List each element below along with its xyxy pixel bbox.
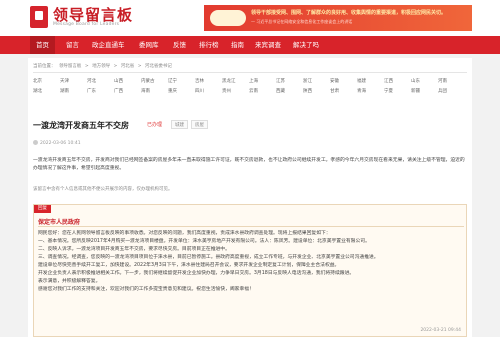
region-link[interactable]: 浙江 bbox=[303, 78, 312, 84]
region-link[interactable]: 贵州 bbox=[222, 88, 231, 94]
main-content: 当前位置： 领导留言板 > 地方领导 > 河北省 > 河北省委书记 北京 天津 河北… bbox=[28, 58, 472, 337]
region-link[interactable]: 内蒙古 bbox=[141, 78, 155, 84]
region-link[interactable]: 云南 bbox=[249, 88, 258, 94]
message-title: 一渡龙湾开发商五年不交房 bbox=[33, 121, 129, 130]
breadcrumb-prefix: 当前位置： bbox=[33, 64, 56, 69]
reply-panel: 回复 保定市人民政府 网民您好：您在人民网领导留言板反映的事项收悉。对您反映的问… bbox=[33, 204, 467, 337]
nav-item-feedback[interactable]: 反馈 bbox=[173, 36, 186, 54]
nav-item-ranking[interactable]: 排行榜 bbox=[199, 36, 219, 54]
region-link[interactable]: 北京 bbox=[33, 78, 42, 84]
main-nav: 首页 留言 政企直通车 委网库 反馈 排行榜 指南 来宾调查 解决了吗 bbox=[0, 36, 500, 54]
nav-item-solved[interactable]: 解决了吗 bbox=[293, 36, 319, 54]
nav-item-survey[interactable]: 来宾调查 bbox=[255, 36, 281, 54]
logo-mark-icon bbox=[30, 6, 48, 28]
breadcrumb-link-secretary[interactable]: 河北省委书记 bbox=[145, 64, 172, 69]
nav-item-guide[interactable]: 指南 bbox=[231, 36, 244, 54]
region-link[interactable]: 河北 bbox=[87, 78, 96, 84]
divider bbox=[38, 226, 464, 227]
region-link[interactable]: 四川 bbox=[195, 88, 204, 94]
site-logo[interactable]: 领导留言板 Message Board for Leaders bbox=[30, 6, 170, 32]
message-time: 2022-03-06 10:41 bbox=[40, 141, 81, 146]
clock-icon bbox=[33, 140, 38, 145]
nav-item-message[interactable]: 留言 bbox=[66, 36, 79, 54]
region-link[interactable]: 辽宁 bbox=[168, 78, 177, 84]
region-link[interactable]: 广东 bbox=[87, 88, 96, 94]
reply-paragraph: 建设单位尽快完善手续开工复工，加快建设。2022年3月3日下午，涞水县住建局召开… bbox=[38, 263, 340, 268]
region-link[interactable]: 吉林 bbox=[195, 78, 204, 84]
message-meta: 2022-03-06 10:41 bbox=[33, 140, 81, 146]
region-link[interactable]: 黑龙江 bbox=[222, 78, 236, 84]
reply-paragraph: 开发企业负责人表示积极推进相关工作。下一步，我们将继续督促开发企业加快办理，力争… bbox=[38, 271, 355, 276]
reply-paragraph: 表示满意，并积极解释答复。 bbox=[38, 279, 101, 284]
privacy-hint: 该留言中含有个人信息或其他不便公开展示的内容，仅办理机构可见。 bbox=[33, 187, 173, 192]
breadcrumb-link-board[interactable]: 领导留言板 bbox=[59, 64, 82, 69]
region-link[interactable]: 上海 bbox=[249, 78, 258, 84]
reply-paragraph: 二、反映人诉求。一渡龙湾项目开发商五年不交房，要求尽快交房。目前项目正在推进中。 bbox=[38, 247, 230, 252]
reply-label: 回复 bbox=[34, 205, 51, 213]
region-link[interactable]: 安徽 bbox=[330, 78, 339, 84]
status-badge: 已办理 bbox=[147, 122, 163, 128]
tag-housing[interactable]: 房屋 bbox=[191, 120, 208, 129]
top-header: 领导留言板 Message Board for Leaders 领导干部接受网、… bbox=[0, 0, 500, 36]
region-link[interactable]: 甘肃 bbox=[330, 88, 339, 94]
breadcrumb-link-province[interactable]: 河北省 bbox=[121, 64, 135, 69]
nav-item-home[interactable]: 首页 bbox=[30, 36, 55, 54]
nav-item-business[interactable]: 政企直通车 bbox=[92, 36, 125, 54]
region-link[interactable]: 新疆 bbox=[411, 88, 420, 94]
breadcrumb-sep: > bbox=[84, 64, 89, 69]
region-link[interactable]: 江西 bbox=[384, 78, 393, 84]
region-link[interactable]: 江苏 bbox=[276, 78, 285, 84]
reply-paragraph: 感谢您对我们工作的支持和关注，欢迎对我们的工作多提宝贵意见和建议。祝您生活愉快，… bbox=[38, 287, 254, 292]
region-link[interactable]: 兵团 bbox=[438, 88, 447, 94]
region-link[interactable]: 福建 bbox=[357, 78, 366, 84]
header-banner[interactable]: 领导干部接受网、围网、了解群众的良好用、收集舆情的重要渠道，积极回应网民关切。 … bbox=[204, 5, 472, 31]
region-link[interactable]: 湖北 bbox=[33, 88, 42, 94]
banner-subline: — 习近平总书记在网络安全和信息化工作座谈会上的讲话 bbox=[251, 19, 353, 24]
reply-paragraph: 三、调查情况。经调查，您反映的一渡龙湾项目项目位于涞水县，目前已暂停施工。县政府… bbox=[38, 255, 379, 260]
tag-construction[interactable]: 城建 bbox=[171, 120, 188, 129]
reply-paragraph: 网民您好：您在人民网领导留言板反映的事项收悉。对您反映的问题，我们高度重视，责成… bbox=[38, 231, 331, 236]
reply-paragraph: 一、基本情况。您所反映2017年4月购买一渡龙湾项目楼盘。开发单位：涞水美亨房地… bbox=[38, 239, 370, 244]
region-link[interactable]: 广西 bbox=[114, 88, 123, 94]
region-link[interactable]: 河南 bbox=[438, 78, 447, 84]
region-link[interactable]: 青海 bbox=[357, 88, 366, 94]
banner-headline: 领导干部接受网、围网、了解群众的良好用、收集舆情的重要渠道，积极回应网民关切。 bbox=[251, 10, 447, 16]
breadcrumb-link-local[interactable]: 地方领导 bbox=[92, 64, 110, 69]
reply-date: 2022-03-21 09:44 bbox=[420, 328, 461, 333]
region-link[interactable]: 海南 bbox=[141, 88, 150, 94]
nav-item-committee[interactable]: 委网库 bbox=[139, 36, 159, 54]
region-link[interactable]: 宁夏 bbox=[384, 88, 393, 94]
region-link[interactable]: 湖南 bbox=[60, 88, 69, 94]
divider bbox=[33, 72, 467, 73]
reply-org: 保定市人民政府 bbox=[38, 219, 81, 226]
region-link[interactable]: 天津 bbox=[60, 78, 69, 84]
reply-body: 网民您好：您在人民网领导留言板反映的事项收悉。对您反映的问题，我们高度重视，责成… bbox=[38, 230, 464, 294]
region-link[interactable]: 西藏 bbox=[276, 88, 285, 94]
breadcrumb-sep: > bbox=[113, 64, 118, 69]
region-link[interactable]: 山东 bbox=[411, 78, 420, 84]
logo-subtitle: Message Board for Leaders bbox=[53, 22, 120, 27]
banner-portrait-icon bbox=[210, 10, 246, 26]
region-link[interactable]: 山西 bbox=[114, 78, 123, 84]
breadcrumb: 当前位置： 领导留言板 > 地方领导 > 河北省 > 河北省委书记 bbox=[33, 63, 174, 69]
breadcrumb-sep: > bbox=[137, 64, 142, 69]
region-list: 北京 天津 河北 山西 内蒙古 辽宁 吉林 黑龙江 上海 江苏 浙江 安徽 福建 江西 山东 河南湖北 湖南 广东… bbox=[33, 78, 467, 100]
message-content: 一渡龙湾开发商五年不交房，开发商对我们已经网签备案的房屋多年未一直未取得施工许可… bbox=[33, 158, 465, 171]
region-link[interactable]: 重庆 bbox=[168, 88, 177, 94]
region-link[interactable]: 陕西 bbox=[303, 88, 312, 94]
